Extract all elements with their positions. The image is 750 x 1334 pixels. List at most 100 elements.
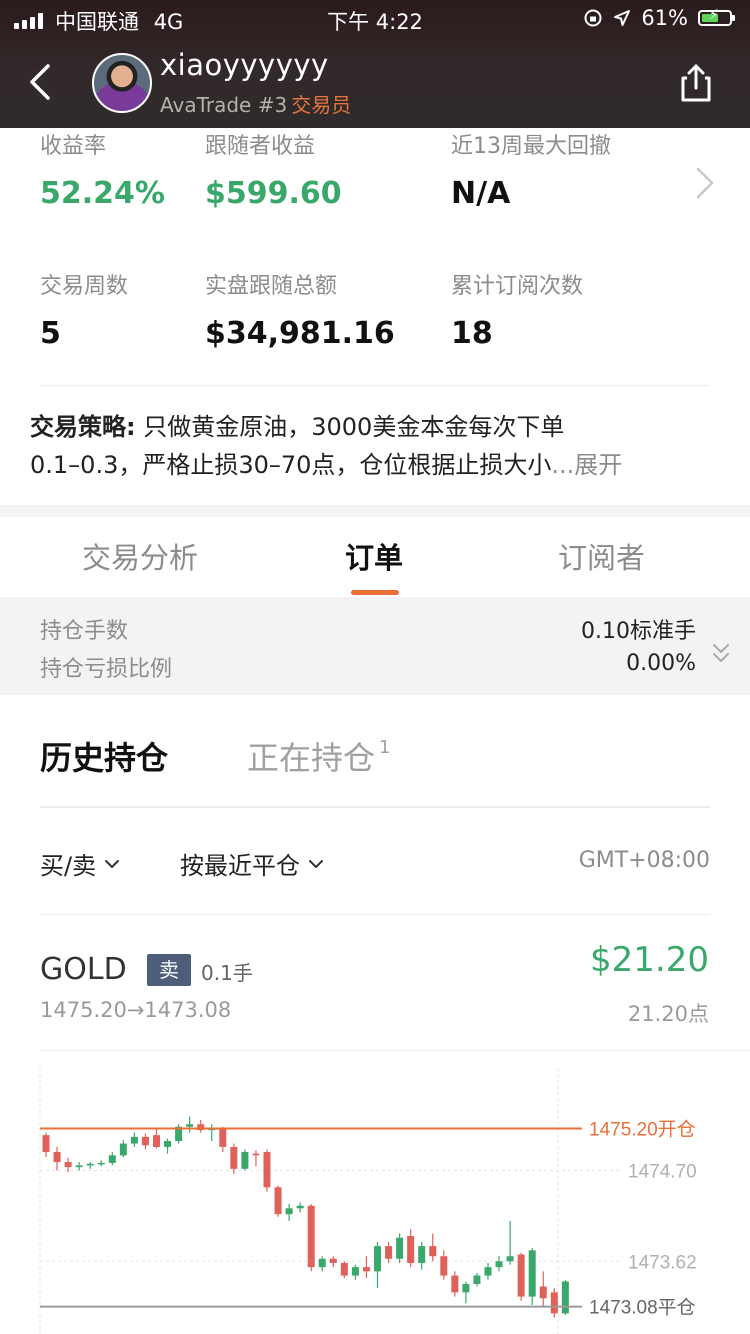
candle-body	[263, 1151, 271, 1188]
timezone-label: GMT+08:00	[578, 848, 710, 873]
stat-value: N/A	[451, 176, 511, 211]
candle-body	[462, 1283, 470, 1293]
candle-body	[340, 1262, 348, 1276]
stat-value: 18	[451, 316, 493, 351]
candle-body	[241, 1151, 249, 1169]
stat-value: 5	[40, 316, 61, 351]
close-price-label: 1473.08平仓	[589, 1297, 696, 1319]
broker-label: AvaTrade #3	[160, 93, 288, 117]
back-chevron-icon[interactable]	[24, 60, 64, 104]
candle-body	[274, 1187, 282, 1215]
stat-label: 实盘跟随总额	[205, 274, 338, 299]
candle-body	[517, 1254, 525, 1297]
expand-strategy-link[interactable]: ...展开	[551, 451, 622, 479]
stat-max-drawdown: 近13周最大回撤 N/A	[451, 128, 611, 211]
y-tick-label: 1474.70	[628, 1161, 697, 1182]
pl-ratio-label: 持仓亏损比例	[40, 657, 173, 682]
stat-follower-profit: 跟随者收益 $599.60	[205, 128, 342, 211]
trade-price-path: 1475.20→1473.08	[40, 998, 232, 1022]
sort-dropdown[interactable]: 按最近平仓	[180, 846, 324, 881]
divider	[40, 1050, 750, 1051]
position-summary: 持仓手数 0.10标准手 持仓亏损比例 0.00%	[0, 597, 750, 695]
candle-body	[75, 1165, 83, 1168]
strategy-label: 交易策略:	[30, 413, 136, 441]
candle-body	[396, 1237, 404, 1259]
tab-orders[interactable]: 订单	[345, 535, 403, 577]
trader-avatar[interactable]	[92, 53, 152, 113]
candle-body	[506, 1256, 514, 1262]
candle-body	[329, 1258, 337, 1263]
stat-follow-total: 实盘跟随总额 $34,981.16	[205, 268, 395, 351]
candle-body	[451, 1275, 459, 1293]
candle-body	[141, 1136, 149, 1146]
tab-trade-analysis[interactable]: 交易分析	[82, 535, 198, 577]
candle-body	[130, 1136, 138, 1144]
stat-value: $34,981.16	[205, 316, 395, 351]
active-tab-indicator	[351, 590, 399, 595]
candle-body	[539, 1286, 547, 1299]
candle-body	[528, 1250, 536, 1297]
candle-body	[285, 1208, 293, 1215]
chevron-right-icon[interactable]	[694, 166, 716, 200]
candle-body	[550, 1292, 558, 1314]
candle-body	[42, 1135, 50, 1152]
top-navigation-bar: 中国联通 4G 下午 4:22 61% ⚡ xiaoyyyyyy AvaTrad…	[0, 0, 750, 128]
candle-body	[440, 1256, 448, 1276]
sell-badge: 卖	[147, 954, 191, 986]
trade-points: 21.20点	[627, 1002, 709, 1026]
candle-body	[97, 1162, 105, 1165]
divider	[40, 806, 710, 808]
share-icon[interactable]	[676, 60, 716, 104]
candle-body	[153, 1135, 160, 1147]
y-tick-label: 1473.62	[628, 1252, 697, 1273]
stat-subscription-count: 累计订阅次数 18	[451, 268, 583, 351]
side-filter-label: 买/卖	[40, 852, 97, 880]
candle-body	[318, 1258, 326, 1268]
stat-value: $599.60	[205, 176, 342, 211]
strategy-text-line1: 只做黄金原油，3000美金本金每次下单	[143, 413, 565, 441]
candle-body	[407, 1236, 415, 1263]
candle-body	[561, 1281, 569, 1314]
candle-body	[351, 1267, 359, 1276]
candle-body	[186, 1124, 194, 1127]
chevron-down-icon	[309, 859, 323, 868]
battery-icon: ⚡	[698, 7, 735, 26]
candle-body	[473, 1275, 481, 1284]
candle-body	[108, 1155, 116, 1163]
open-positions-count: 1	[379, 737, 391, 758]
candle-body	[252, 1153, 260, 1156]
tab-open-positions[interactable]: 正在持仓 1	[247, 733, 390, 779]
section-separator	[0, 505, 750, 517]
candle-body	[418, 1246, 426, 1263]
candle-body	[53, 1151, 61, 1163]
candle-body	[484, 1267, 492, 1276]
stat-label: 收益率	[40, 134, 107, 159]
candle-body	[362, 1267, 370, 1272]
trade-lots: 0.1手	[201, 961, 253, 985]
tab-subscribers[interactable]: 订阅者	[558, 535, 645, 577]
candle-body	[495, 1261, 503, 1268]
price-candlestick-chart: 1474.70 1473.62 1475.20开仓 1473.08平仓	[39, 1068, 697, 1334]
trade-profit: $21.20	[590, 940, 709, 980]
stat-value: 52.24%	[40, 176, 165, 211]
candle-body	[429, 1246, 437, 1257]
candle-body	[219, 1128, 227, 1147]
candle-body	[86, 1163, 94, 1166]
sort-label: 按最近平仓	[180, 852, 300, 880]
candle-body	[307, 1205, 315, 1268]
status-right-icons: 61% ⚡	[583, 6, 735, 30]
tab-history-positions[interactable]: 历史持仓	[40, 733, 168, 779]
candle-body	[230, 1146, 238, 1169]
status-bar: 中国联通 4G 下午 4:22 61% ⚡	[0, 0, 750, 40]
double-chevron-down-icon[interactable]	[710, 641, 732, 667]
candle-body	[64, 1162, 72, 1168]
strategy-text-line2: 0.1–0.3，严格止损30–70点，仓位根据止损大小	[30, 451, 552, 479]
stat-return-rate: 收益率 52.24%	[40, 128, 165, 211]
side-filter-dropdown[interactable]: 买/卖	[40, 846, 120, 881]
role-label: 交易员	[291, 93, 352, 117]
pl-ratio-value: 0.00%	[626, 651, 696, 676]
trade-symbol: GOLD	[40, 952, 127, 987]
chevron-down-icon	[105, 859, 120, 868]
trader-subtitle: AvaTrade #3 交易员	[160, 89, 351, 118]
trader-username: xiaoyyyyyy	[160, 48, 329, 82]
